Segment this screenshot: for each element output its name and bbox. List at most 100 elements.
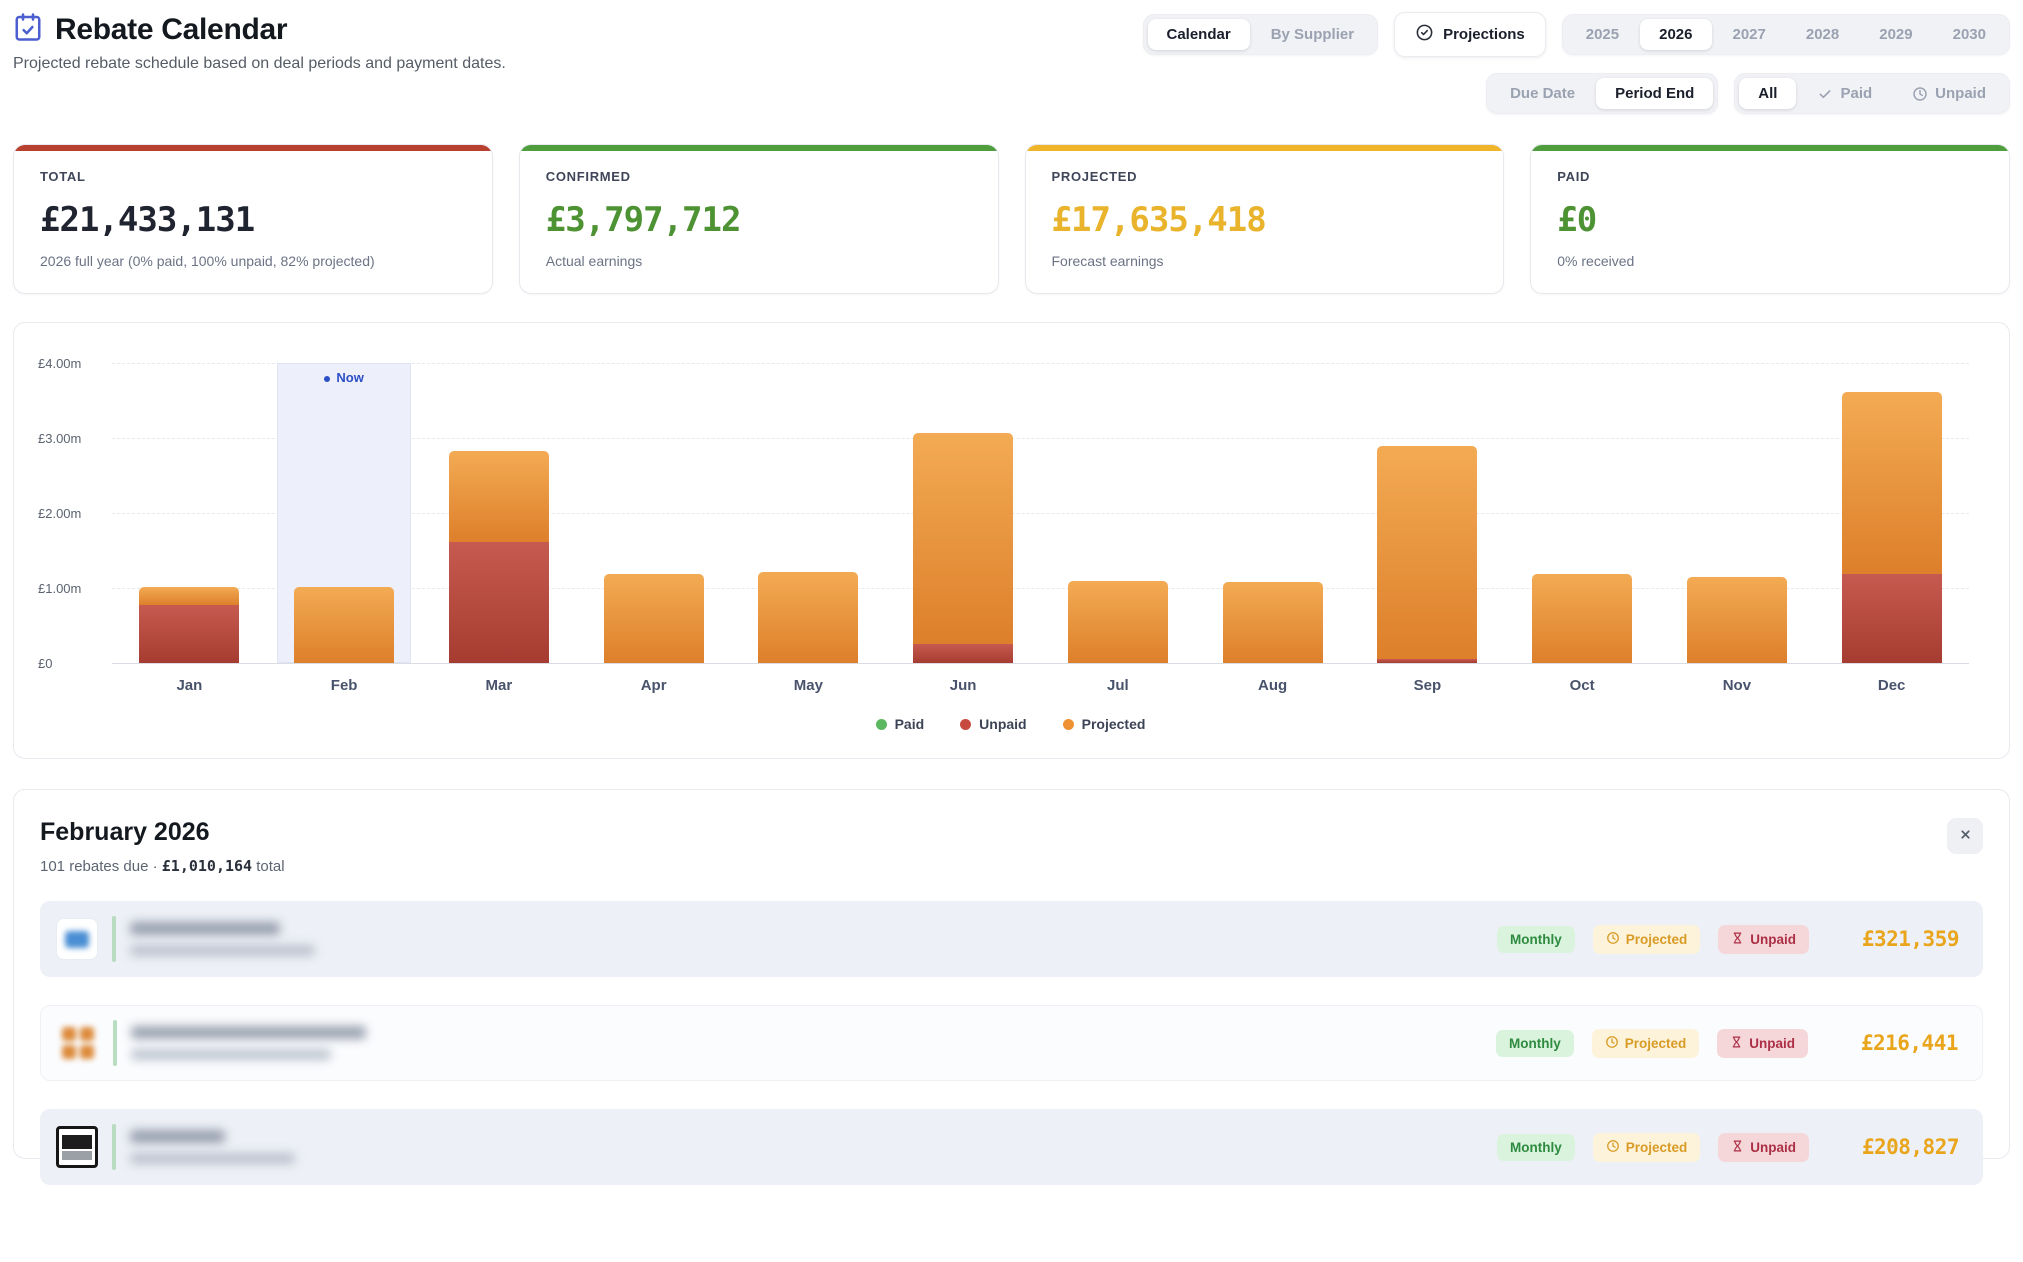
rebate-amount: £216,441	[1826, 1031, 1958, 1055]
card-label: PAID	[1557, 169, 1983, 184]
stacked-bar	[604, 574, 704, 663]
month-detail-panel: February 2026 101 rebates due · £1,010,1…	[13, 789, 2010, 1159]
legend-dot	[960, 719, 971, 730]
rebate-calendar-page: Rebate Calendar Projected rebate schedul…	[0, 0, 2023, 1159]
row-badges: MonthlyProjectedUnpaid£321,359	[1497, 925, 1959, 954]
payment-status-badge: Unpaid	[1717, 1029, 1808, 1058]
stacked-bar	[1532, 574, 1632, 663]
chart-month-column-dec[interactable]	[1814, 363, 1969, 663]
rebate-row[interactable]: MonthlyProjectedUnpaid£321,359	[40, 901, 1983, 977]
rebate-row[interactable]: MonthlyProjectedUnpaid£208,827	[40, 1109, 1983, 1185]
page-title: Rebate Calendar	[55, 13, 287, 47]
summary-cards: TOTAL£21,433,1312026 full year (0% paid,…	[13, 144, 2010, 294]
status-filter-option-paid[interactable]: Paid	[1798, 78, 1891, 109]
redacted-supplier-name	[130, 922, 280, 935]
date-mode-option-due-date[interactable]: Due Date	[1491, 78, 1594, 109]
date-mode-option-period-end[interactable]: Period End	[1596, 78, 1713, 109]
chart-month-column-sep[interactable]	[1350, 363, 1505, 663]
redacted-supplier-detail	[130, 1153, 295, 1164]
x-axis-label-sep: Sep	[1350, 677, 1505, 694]
redacted-supplier-detail	[130, 945, 315, 956]
legend-dot	[1063, 719, 1074, 730]
supplier-logo	[56, 1126, 98, 1168]
redacted-supplier-name	[131, 1026, 366, 1039]
year-tab-2029[interactable]: 2029	[1860, 19, 1931, 50]
view-option-by-supplier[interactable]: By Supplier	[1252, 19, 1373, 50]
chart-month-column-jul[interactable]	[1041, 363, 1196, 663]
chart-month-column-apr[interactable]	[576, 363, 731, 663]
now-marker-dot	[324, 376, 330, 382]
card-subtitle: Forecast earnings	[1052, 253, 1478, 269]
panel-title: February 2026	[40, 818, 285, 847]
forecast-status-badge: Projected	[1592, 1029, 1700, 1058]
year-tab-2025[interactable]: 2025	[1567, 19, 1638, 50]
view-toggle: Calendar By Supplier	[1143, 14, 1379, 55]
card-accent-bar	[520, 145, 998, 151]
row-accent-bar	[112, 916, 116, 962]
clock-icon	[1606, 1139, 1620, 1156]
card-subtitle: 2026 full year (0% paid, 100% unpaid, 82…	[40, 253, 466, 269]
legend-item-paid: Paid	[876, 716, 925, 732]
summary-card-total: TOTAL£21,433,1312026 full year (0% paid,…	[13, 144, 493, 294]
hourglass-icon	[1730, 1035, 1743, 1052]
status-filter-option-label: Paid	[1840, 85, 1872, 102]
clock-icon	[1606, 931, 1620, 948]
panel-subtitle: 101 rebates due · £1,010,164 total	[40, 857, 285, 875]
bar-segment-unpaid	[449, 542, 549, 663]
stacked-bar	[758, 572, 858, 664]
status-filter-option-unpaid[interactable]: Unpaid	[1893, 78, 2005, 109]
chart-month-column-may[interactable]	[731, 363, 886, 663]
stacked-bar	[1377, 446, 1477, 664]
status-filter: All Paid Unpaid	[1734, 73, 2010, 114]
chart-month-column-jun[interactable]	[886, 363, 1041, 663]
panel-subtitle-suffix: total	[252, 858, 285, 875]
row-badges: Monthly Projected Unpaid £216,441	[1496, 1029, 1958, 1058]
rebate-row[interactable]: Monthly Projected Unpaid £216,441	[40, 1005, 1983, 1081]
chart-month-column-aug[interactable]	[1195, 363, 1350, 663]
check-circle-icon	[1415, 23, 1434, 46]
card-value: £3,797,712	[546, 200, 972, 240]
date-mode-toggle: Due Date Period End	[1486, 73, 1718, 114]
year-tab-label: 2028	[1806, 26, 1839, 43]
view-option-calendar[interactable]: Calendar	[1148, 19, 1250, 50]
now-marker-label: Now	[336, 370, 363, 385]
hourglass-icon	[1731, 1139, 1744, 1156]
frequency-badge: Monthly	[1496, 1030, 1574, 1057]
year-tab-2026[interactable]: 2026	[1640, 19, 1711, 50]
bar-segment-projected	[1223, 582, 1323, 663]
chart-month-column-oct[interactable]	[1505, 363, 1660, 663]
x-axis-label-jan: Jan	[112, 677, 267, 694]
panel-close-button[interactable]	[1947, 818, 1983, 854]
year-tab-2030[interactable]: 2030	[1934, 19, 2005, 50]
chart-bars-area: Now	[112, 363, 1969, 663]
year-tab-2027[interactable]: 2027	[1714, 19, 1785, 50]
chart-legend: PaidUnpaidProjected	[38, 716, 1983, 740]
stacked-bar	[294, 587, 394, 663]
stacked-bar	[913, 433, 1013, 663]
bar-segment-projected	[449, 451, 549, 543]
bar-segment-unpaid	[1842, 574, 1942, 663]
card-label: TOTAL	[40, 169, 466, 184]
bar-segment-projected	[758, 572, 858, 664]
legend-label: Unpaid	[979, 716, 1026, 732]
year-tab-label: 2025	[1586, 26, 1619, 43]
chart-month-column-mar[interactable]	[422, 363, 577, 663]
year-tab-2028[interactable]: 2028	[1787, 19, 1858, 50]
view-option-label: By Supplier	[1271, 26, 1354, 43]
payment-status-badge: Unpaid	[1718, 925, 1809, 954]
bar-segment-projected	[1687, 577, 1787, 663]
forecast-status-badge: Projected	[1593, 1133, 1701, 1162]
chart-month-column-feb[interactable]: Now	[267, 363, 422, 663]
chart-month-labels: JanFebMarAprMayJunJulAugSepOctNovDec	[112, 677, 1969, 694]
bar-segment-projected	[294, 587, 394, 663]
stacked-bar	[1842, 392, 1942, 663]
summary-card-projected: PROJECTED£17,635,418Forecast earnings	[1025, 144, 1505, 294]
date-mode-option-label: Period End	[1615, 85, 1694, 102]
supplier-logo	[56, 918, 98, 960]
stacked-bar	[449, 451, 549, 663]
frequency-badge: Monthly	[1497, 926, 1575, 953]
chart-month-column-jan[interactable]	[112, 363, 267, 663]
projections-button[interactable]: Projections	[1394, 12, 1546, 57]
status-filter-option-all[interactable]: All	[1739, 78, 1796, 109]
chart-month-column-nov[interactable]	[1660, 363, 1815, 663]
